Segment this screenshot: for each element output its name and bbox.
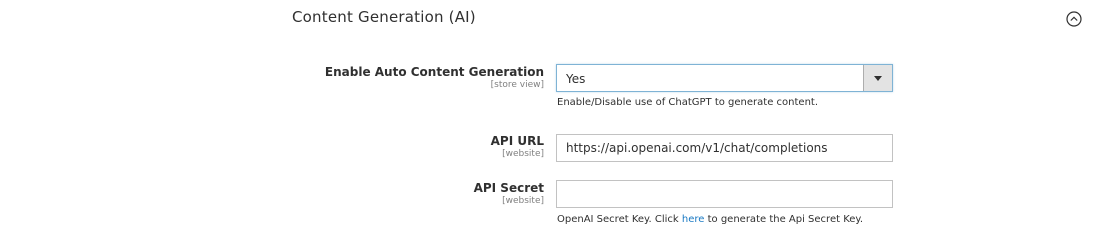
enable-auto-generation-note: Enable/Disable use of ChatGPT to generat… bbox=[557, 97, 819, 108]
enable-auto-generation-select[interactable]: Yes bbox=[556, 64, 893, 92]
api-secret-input[interactable] bbox=[556, 180, 893, 208]
chevron-up-circle-icon bbox=[1066, 11, 1082, 27]
collapse-section-button[interactable] bbox=[1066, 11, 1082, 27]
api-url-scope: [website] bbox=[502, 149, 544, 159]
api-secret-note: OpenAI Secret Key. Click here to generat… bbox=[557, 214, 863, 225]
api-secret-note-suffix: to generate the Api Secret Key. bbox=[704, 214, 864, 225]
config-page: Content Generation (AI) Enable Auto Cont… bbox=[0, 0, 1101, 250]
triangle-down-icon bbox=[874, 75, 882, 81]
select-dropdown-toggle[interactable] bbox=[863, 65, 892, 91]
api-secret-scope: [website] bbox=[502, 196, 544, 206]
enable-auto-generation-label: Enable Auto Content Generation bbox=[324, 65, 544, 79]
api-secret-note-prefix: OpenAI Secret Key. Click bbox=[557, 214, 682, 225]
select-value: Yes bbox=[566, 72, 586, 86]
api-url-input[interactable] bbox=[556, 134, 893, 162]
enable-auto-generation-scope: [store view] bbox=[490, 80, 544, 90]
section-title[interactable]: Content Generation (AI) bbox=[292, 8, 476, 26]
generate-secret-key-link[interactable]: here bbox=[682, 214, 705, 225]
api-url-label: API URL bbox=[490, 134, 544, 148]
api-secret-label: API Secret bbox=[473, 181, 544, 195]
